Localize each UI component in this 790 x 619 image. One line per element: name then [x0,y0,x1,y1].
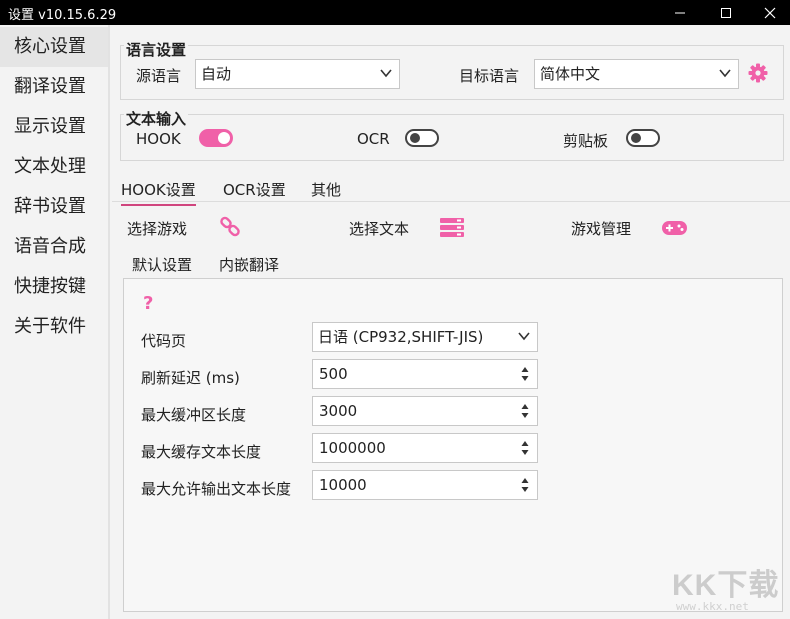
refresh-delay-value: 500 [319,365,348,383]
clipboard-toggle[interactable] [626,129,660,147]
tab-divider [112,201,790,202]
text-input-title: 文本输入 [124,108,189,129]
max-cache-label: 最大缓存文本长度 [141,443,262,461]
maximize-button[interactable] [704,0,748,25]
sidebar-item-display-settings[interactable]: 显示设置 [0,107,108,147]
codepage-label: 代码页 [141,332,187,350]
hook-toggle[interactable] [199,129,233,147]
refresh-delay-spinbox[interactable]: 500 [312,359,538,389]
chevron-down-icon [380,69,392,78]
sidebar-item-about[interactable]: 关于软件 [0,307,108,347]
chevron-down-icon [518,332,530,341]
close-icon [764,7,776,18]
hook-label: HOOK [136,130,181,148]
default-settings-panel: ? 代码页 日语 (CP932,SHIFT-JIS) 刷新延迟 (ms) 500… [123,278,783,612]
target-language-select[interactable]: 简体中文 [534,59,739,89]
max-buffer-value: 3000 [319,402,358,420]
clipboard-label: 剪贴板 [563,132,609,150]
target-language-value: 简体中文 [540,65,601,83]
tab-other[interactable]: 其他 [311,179,341,200]
gamepad-icon[interactable] [662,220,687,236]
ocr-label: OCR [357,130,390,148]
max-output-spinbox[interactable]: 10000 [312,470,538,500]
sidebar-item-hotkeys[interactable]: 快捷按键 [0,267,108,307]
select-text-label[interactable]: 选择文本 [349,218,409,239]
spinner-arrows-icon[interactable] [521,440,529,456]
source-language-label: 源语言 [136,67,182,85]
close-button[interactable] [748,0,790,25]
ocr-toggle[interactable] [405,129,439,147]
maximize-icon [721,7,731,18]
codepage-value: 日语 (CP932,SHIFT-JIS) [318,328,484,346]
subtab-embedded-translation[interactable]: 内嵌翻译 [219,254,279,275]
subtab-default-settings[interactable]: 默认设置 [124,254,201,280]
main-content: 语言设置 源语言 自动 目标语言 简体中文 文本输入 HOOK OCR 剪贴板 … [112,25,790,619]
chevron-down-icon [719,69,731,78]
spinner-arrows-icon[interactable] [521,477,529,493]
max-cache-value: 1000000 [319,439,386,457]
panel-edge [782,278,783,612]
help-icon[interactable]: ? [143,293,153,314]
game-manage-label[interactable]: 游戏管理 [571,218,631,239]
language-settings-title: 语言设置 [124,39,189,60]
max-cache-spinbox[interactable]: 1000000 [312,433,538,463]
sidebar-item-text-processing[interactable]: 文本处理 [0,147,108,187]
spinner-arrows-icon[interactable] [521,366,529,382]
minimize-button[interactable] [658,0,702,25]
sidebar-item-translation-settings[interactable]: 翻译设置 [0,67,108,107]
spinner-arrows-icon[interactable] [521,403,529,419]
source-language-select[interactable]: 自动 [195,59,400,89]
title-bar: 设置 v10.15.6.29 [0,0,790,25]
refresh-delay-label: 刷新延迟 (ms) [141,369,240,387]
tab-ocr-settings[interactable]: OCR设置 [223,179,286,200]
max-output-label: 最大允许输出文本长度 [141,480,292,498]
max-output-value: 10000 [319,476,367,494]
sidebar-item-core-settings[interactable]: 核心设置 [0,27,108,67]
minimize-icon [675,12,685,13]
select-game-label[interactable]: 选择游戏 [127,218,187,239]
codepage-select[interactable]: 日语 (CP932,SHIFT-JIS) [312,322,538,352]
server-list-icon[interactable] [440,218,464,237]
target-language-label: 目标语言 [459,67,520,85]
window-title: 设置 v10.15.6.29 [8,8,117,23]
gear-icon[interactable] [748,63,768,83]
source-language-value: 自动 [201,65,232,83]
sidebar-item-dictionary-settings[interactable]: 辞书设置 [0,187,108,227]
link-icon[interactable] [219,216,241,238]
sidebar-item-speech-synthesis[interactable]: 语音合成 [0,227,108,267]
max-buffer-label: 最大缓冲区长度 [141,406,247,424]
max-buffer-spinbox[interactable]: 3000 [312,396,538,426]
sidebar: 核心设置 翻译设置 显示设置 文本处理 辞书设置 语音合成 快捷按键 关于软件 [0,25,110,619]
